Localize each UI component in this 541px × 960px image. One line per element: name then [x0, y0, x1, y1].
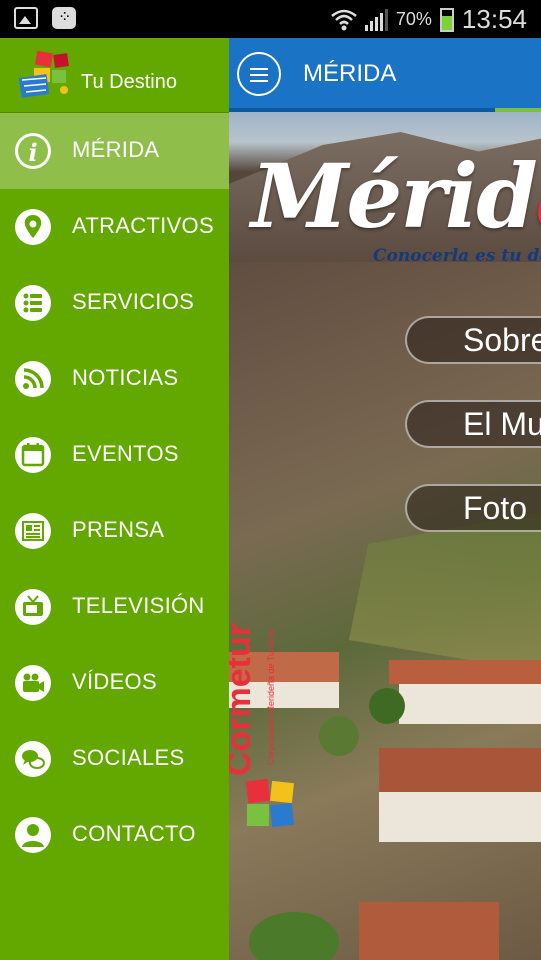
clock: 13:54 — [461, 4, 527, 34]
menu-item-noticias[interactable]: NOTICIAS — [0, 341, 229, 417]
image-icon — [14, 7, 38, 29]
menu-item-atractivos[interactable]: ATRACTIVOS — [0, 189, 229, 265]
menu-item-label: EVENTOS — [72, 441, 179, 466]
slogan: Conocerla es tu destin — [373, 246, 541, 266]
menu-toggle-button[interactable] — [237, 52, 281, 96]
sobre-button[interactable]: Sobre — [405, 316, 541, 364]
menu-item-label: TELEVISIÓN — [72, 593, 205, 618]
sponsor-subtitle: Corporación Merideña de Turismo — [266, 628, 277, 766]
navigation-drawer: Tu Destino i MÉRIDA ATRACTIVOS SERVICIOS — [0, 38, 229, 960]
list-icon — [15, 285, 51, 321]
drawer-header: Tu Destino — [0, 38, 229, 113]
menu-item-label: CONTACTO — [72, 821, 196, 846]
menu-item-television[interactable]: TELEVISIÓN — [0, 569, 229, 645]
status-bar: 70% 13:54 — [0, 0, 541, 38]
menu-item-servicios[interactable]: SERVICIOS — [0, 265, 229, 341]
menu-item-videos[interactable]: VÍDEOS — [0, 645, 229, 721]
menu-item-label: ATRACTIVOS — [72, 213, 214, 238]
menu-item-label: SOCIALES — [72, 745, 185, 770]
menu-item-merida[interactable]: i MÉRIDA — [0, 113, 229, 189]
valley-field — [349, 512, 541, 672]
menu-item-prensa[interactable]: PRENSA — [0, 493, 229, 569]
page-title: MÉRIDA — [303, 60, 397, 87]
logo-text-main: Mérid — [251, 144, 538, 248]
menu-item-label: SERVICIOS — [72, 289, 195, 314]
menu-item-label: NOTICIAS — [72, 365, 179, 390]
main-content: MÉRIDA Mérida Conocerla es tu destin Sob… — [229, 38, 541, 960]
tv-icon — [15, 589, 51, 625]
hero-image: Mérida Conocerla es tu destin Sobre El M… — [229, 112, 541, 960]
wifi-icon — [331, 9, 357, 30]
cormetur-mark-icon — [245, 778, 295, 828]
location-pin-icon — [15, 209, 51, 245]
menu-item-sociales[interactable]: SOCIALES — [0, 721, 229, 797]
sponsor-name: Cormetur — [229, 622, 259, 777]
bbm-icon — [52, 7, 76, 29]
logo-text-accent: a — [536, 144, 541, 248]
menu-item-label: MÉRIDA — [72, 137, 160, 162]
rss-icon — [15, 361, 51, 397]
info-icon: i — [15, 133, 51, 169]
battery-percent: 70% — [395, 9, 432, 29]
menu-item-contacto[interactable]: CONTACTO — [0, 797, 229, 873]
video-camera-icon — [15, 665, 51, 701]
chat-bubbles-icon — [15, 741, 51, 777]
battery-icon — [439, 7, 454, 32]
newspaper-icon — [15, 513, 51, 549]
app-name: Tu Destino — [81, 71, 177, 93]
tu-destino-logo-icon — [18, 50, 69, 98]
menu-item-label: PRENSA — [72, 517, 165, 542]
calendar-icon — [15, 437, 51, 473]
signal-icon — [364, 8, 388, 31]
menu-item-label: VÍDEOS — [72, 669, 157, 694]
svg-text:i: i — [28, 138, 37, 167]
menu-item-eventos[interactable]: EVENTOS — [0, 417, 229, 493]
merida-logo: Mérida — [251, 152, 541, 240]
person-icon — [15, 817, 51, 853]
action-bar: MÉRIDA — [229, 38, 541, 112]
el-mu-button[interactable]: El Mu — [405, 400, 541, 448]
cormetur-logo: Cormetur Corporación Merideña de Turismo — [229, 592, 301, 832]
foto-button[interactable]: Foto — [405, 484, 541, 532]
